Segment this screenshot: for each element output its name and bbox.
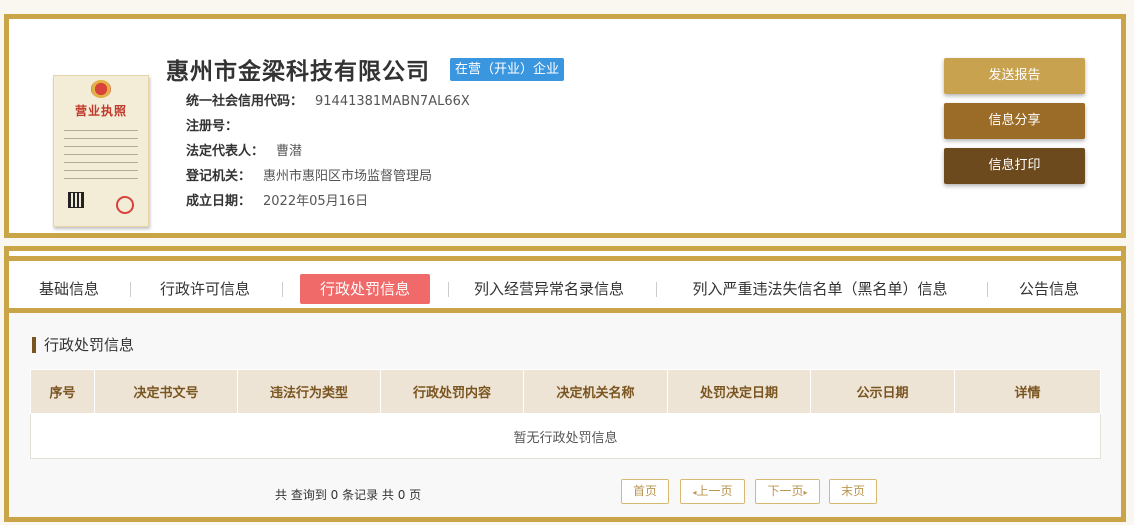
reg-authority-value: 惠州市惠阳区市场监督管理局 bbox=[263, 169, 433, 184]
pagination-summary: 共 查询到 0 条记录 共 0 页 bbox=[275, 488, 422, 502]
share-info-button[interactable]: 信息分享 bbox=[944, 103, 1085, 139]
info-tabs: 基础信息 行政许可信息 行政处罚信息 列入经营异常名录信息 列入严重违法失信名单… bbox=[9, 256, 1121, 313]
tab-announcement[interactable]: 公告信息 bbox=[1007, 274, 1091, 304]
column-header: 序号 bbox=[30, 369, 95, 414]
next-page-label: 下一页 bbox=[767, 484, 804, 498]
company-name: 惠州市金梁科技有限公司 bbox=[166, 59, 430, 85]
tab-divider bbox=[282, 282, 283, 297]
founded-date-value: 2022年05月16日 bbox=[263, 194, 369, 209]
column-header: 详情 bbox=[954, 369, 1101, 414]
column-header: 决定机关名称 bbox=[523, 369, 668, 414]
legal-rep-row: 法定代表人： 曹潜 bbox=[186, 140, 302, 159]
official-seal-icon bbox=[116, 196, 134, 214]
tab-blacklist[interactable]: 列入严重违法失信名单（黑名单）信息 bbox=[675, 274, 965, 304]
tab-basic-info[interactable]: 基础信息 bbox=[27, 274, 111, 304]
credit-code-label: 统一社会信用代码： bbox=[186, 94, 304, 109]
column-header: 处罚决定日期 bbox=[667, 369, 811, 414]
send-report-button[interactable]: 发送报告 bbox=[944, 58, 1085, 94]
national-emblem-icon bbox=[91, 80, 111, 98]
founded-date-row: 成立日期： 2022年05月16日 bbox=[186, 190, 368, 209]
first-page-button[interactable]: 首页 bbox=[621, 479, 669, 504]
company-card: 营业执照 惠州市金梁科技有限公司 在营（开业）企业 统一社会信用代码： 91441… bbox=[4, 14, 1126, 238]
column-header: 公示日期 bbox=[810, 369, 955, 414]
reg-number-row: 注册号： bbox=[186, 115, 250, 134]
license-title: 营业执照 bbox=[74, 104, 127, 118]
founded-date-label: 成立日期： bbox=[186, 194, 252, 209]
column-header: 行政处罚内容 bbox=[380, 369, 524, 414]
credit-code-row: 统一社会信用代码： 91441381MABN7AL66X bbox=[186, 90, 470, 109]
tab-divider bbox=[987, 282, 988, 297]
prev-page-label: 上一页 bbox=[696, 484, 733, 498]
legal-rep-label: 法定代表人： bbox=[186, 144, 265, 159]
reg-authority-row: 登记机关： 惠州市惠阳区市场监督管理局 bbox=[186, 165, 432, 184]
legal-rep-value: 曹潜 bbox=[276, 144, 303, 159]
column-header: 决定书文号 bbox=[94, 369, 238, 414]
penalty-table: 序号 决定书文号 违法行为类型 行政处罚内容 决定机关名称 处罚决定日期 公示日… bbox=[30, 369, 1101, 459]
tab-abnormal-operation[interactable]: 列入经营异常名录信息 bbox=[464, 274, 634, 304]
penalty-panel-body: 行政处罚信息 序号 决定书文号 违法行为类型 行政处罚内容 决定机关名称 处罚决… bbox=[9, 313, 1121, 517]
last-page-button[interactable]: 末页 bbox=[829, 479, 877, 504]
license-text-lines bbox=[64, 126, 138, 186]
business-license-icon[interactable]: 营业执照 bbox=[53, 75, 149, 227]
detail-panel: 基础信息 行政许可信息 行政处罚信息 列入经营异常名录信息 列入严重违法失信名单… bbox=[4, 246, 1126, 522]
table-row: 暂无行政处罚信息 bbox=[30, 413, 1101, 459]
print-info-button[interactable]: 信息打印 bbox=[944, 148, 1085, 184]
section-title: 行政处罚信息 bbox=[32, 337, 134, 353]
tab-divider bbox=[656, 282, 657, 297]
column-header: 违法行为类型 bbox=[237, 369, 381, 414]
empty-table-message: 暂无行政处罚信息 bbox=[30, 413, 1101, 459]
qr-code-icon bbox=[68, 192, 84, 208]
credit-code-value: 91441381MABN7AL66X bbox=[315, 94, 470, 109]
tab-admin-penalty[interactable]: 行政处罚信息 bbox=[300, 274, 430, 304]
prev-page-button[interactable]: ◂上一页 bbox=[680, 479, 745, 504]
tab-divider bbox=[448, 282, 449, 297]
tab-admin-license[interactable]: 行政许可信息 bbox=[149, 274, 261, 304]
reg-authority-label: 登记机关： bbox=[186, 169, 252, 184]
table-header-row: 序号 决定书文号 违法行为类型 行政处罚内容 决定机关名称 处罚决定日期 公示日… bbox=[30, 369, 1101, 414]
next-page-button[interactable]: 下一页▸ bbox=[755, 479, 820, 504]
reg-number-label: 注册号： bbox=[186, 119, 239, 134]
chevron-right-icon: ▸ bbox=[803, 488, 808, 497]
tab-divider bbox=[130, 282, 131, 297]
status-badge: 在营（开业）企业 bbox=[450, 58, 565, 81]
